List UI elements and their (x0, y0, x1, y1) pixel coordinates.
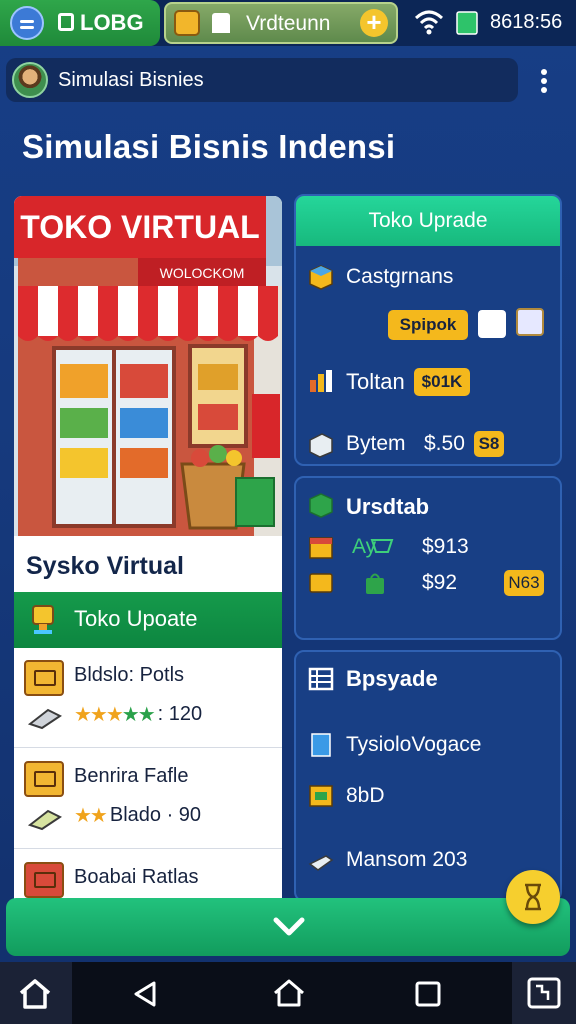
stats-panel-title: Ursdtab (346, 494, 430, 519)
shop-upgrade-header[interactable]: Toko Upoate (14, 592, 282, 648)
list-item-title: Boabai Ratlas (74, 866, 199, 888)
inventory-item-2[interactable]: 8bD (346, 784, 385, 808)
total-badge: $01K (414, 368, 470, 396)
chart-icon (310, 370, 332, 392)
battery-icon (456, 11, 478, 35)
trophy-icon (32, 605, 54, 634)
list-item[interactable]: Bldslo: Potls ★★★★★ : 120 (14, 648, 282, 748)
stats-row1-value: $913 (422, 535, 469, 558)
app-bar-title: Simulasi Bisnies (58, 69, 204, 91)
hourglass-icon (525, 883, 541, 911)
screenshot-icon (527, 977, 561, 1009)
expand-bar[interactable] (6, 898, 570, 956)
gift-icon[interactable] (478, 310, 506, 338)
plus-icon[interactable]: + (360, 9, 388, 37)
shop-sign-subtext: WOLOCKOM (160, 265, 245, 281)
nav-back-button[interactable] (118, 962, 174, 1024)
crate-icon (309, 785, 333, 807)
status-active-tab[interactable]: Vrdteunn + (164, 2, 398, 44)
avatar[interactable] (12, 62, 48, 98)
list-item[interactable]: Benrira Fafle ★★ Blado · 90 (14, 749, 282, 849)
inventory-item-3[interactable]: Mansom 203 (346, 848, 467, 872)
shop-name: Sysko Virtual (26, 552, 184, 580)
upgrade-panel: Toko Uprade Castgrnans Spipok Toltan $01… (294, 194, 562, 466)
wifi-icon (414, 10, 444, 35)
chef-hat-icon (212, 13, 230, 33)
upgrade-panel-header[interactable]: Toko Uprade (296, 196, 560, 246)
list-item-sub: ★★★★★ : 120 (74, 703, 203, 726)
nav-home-outline-button[interactable] (262, 962, 318, 1024)
book-icon (311, 733, 331, 757)
logo-icon (58, 13, 74, 31)
more-options-icon[interactable] (530, 66, 558, 96)
game-icon (174, 10, 200, 36)
status-time: 8618:56 (490, 11, 563, 33)
page-title: Simulasi Bisnis Indensi (22, 128, 396, 165)
total-label: Toltan (346, 369, 405, 394)
home-icon (19, 979, 51, 1009)
back-icon (134, 981, 156, 1007)
crate-icon (24, 761, 64, 797)
menu-icon[interactable] (10, 6, 44, 40)
system-nav-bar (0, 962, 576, 1024)
rating-stars: ★★ (74, 805, 108, 827)
shop-sign-text: TOKO VIRTUAL (20, 209, 259, 245)
nav-recents-button[interactable] (400, 962, 456, 1024)
list-item-sub: ★★ Blado · 90 (74, 804, 202, 827)
crate-icon (24, 660, 64, 696)
bytem-label: Bytem (346, 432, 406, 455)
list-item-title: Benrira Fafle (74, 765, 189, 787)
customers-label: Castgrnans (346, 265, 454, 288)
status-bar: LOBG Vrdteunn + 8618:56 (0, 0, 576, 46)
status-logo-text: LOBG (80, 10, 144, 35)
shop-icon (309, 537, 333, 559)
nav-screenshot-button[interactable] (512, 962, 576, 1024)
shop-upgrade-label: Toko Upoate (74, 606, 198, 631)
hourglass-button[interactable] (506, 870, 560, 924)
puzzle-icon[interactable] (516, 308, 544, 336)
virtual-shop-illustration: TOKO VIRTUAL WOLOCKOM (14, 196, 282, 536)
inventory-item-1[interactable]: TysioloVogace (346, 733, 481, 757)
bytem-value: $.50 (424, 432, 465, 455)
nav-home-button[interactable] (0, 962, 72, 1024)
crate-icon (24, 862, 64, 898)
tool-icon (28, 708, 62, 730)
status-tab-text: Vrdteunn (246, 12, 331, 35)
list-item-title: Bldslo: Potls (74, 664, 185, 686)
app-bar: Simulasi Bisnies (6, 58, 518, 102)
home-outline-icon (274, 979, 304, 1007)
upgrade-panel-title: Toko Uprade (368, 209, 488, 232)
tool-icon (28, 809, 62, 831)
truck-icon (308, 855, 334, 871)
shop-card[interactable]: TOKO VIRTUAL WOLOCKOM Sysko Virtual Toko… (14, 196, 282, 916)
stats-panel: Ursdtab Ay $913 $92 N63 (294, 476, 562, 640)
inventory-panel-title: Bpsyade (346, 666, 438, 691)
stats-badge: N63 (504, 570, 544, 596)
cart-icon (370, 539, 394, 553)
upgrade-button[interactable]: Spipok (388, 310, 468, 340)
chevron-down-icon[interactable] (272, 915, 306, 939)
status-app-pill[interactable]: LOBG (0, 0, 160, 46)
grid-icon (308, 667, 334, 691)
box-icon (309, 265, 333, 290)
bytem-badge: S8 (474, 431, 504, 457)
bag-icon (366, 573, 384, 594)
cube-icon (309, 493, 333, 518)
recents-icon (415, 981, 441, 1007)
stats-row2-value: $92 (422, 571, 458, 594)
inventory-panel: Bpsyade TysioloVogace 8bD Mansom 203 (294, 650, 562, 902)
package-icon (309, 433, 333, 458)
wallet-icon (309, 573, 333, 593)
rating-stars: ★★★★★ (74, 704, 156, 726)
